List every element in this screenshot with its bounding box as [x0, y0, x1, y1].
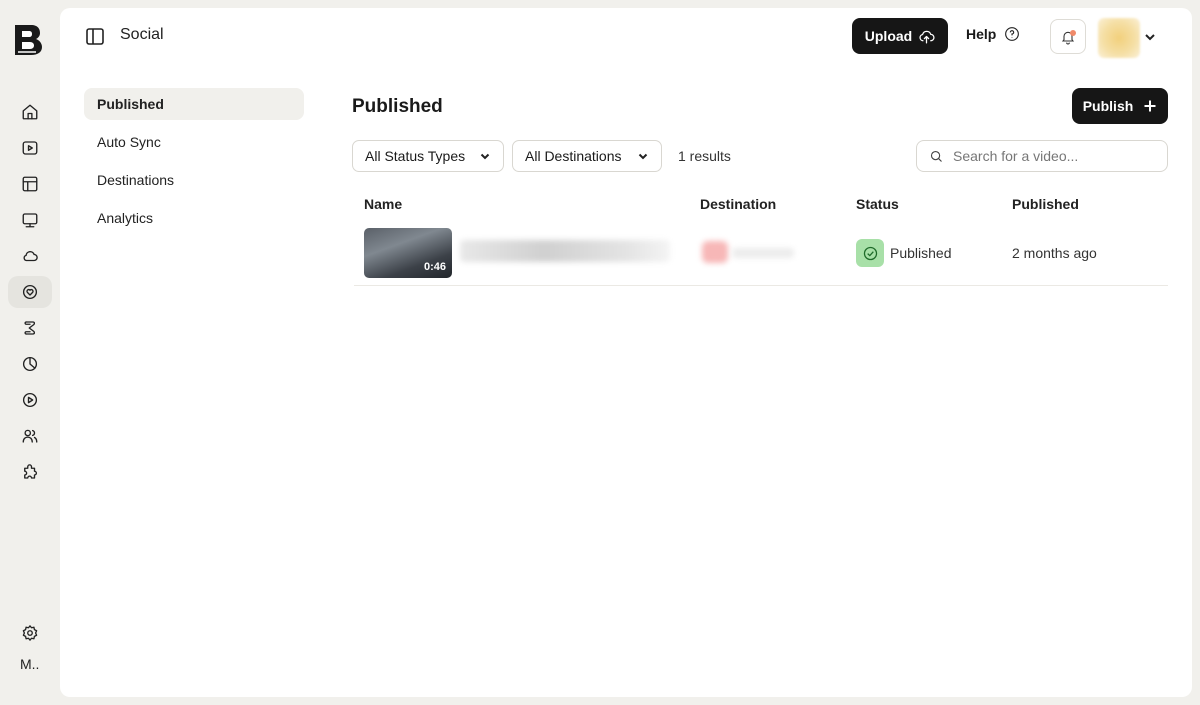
results-count: 1 results: [678, 148, 731, 164]
rail-item-player[interactable]: [8, 384, 52, 416]
destination-icon-redacted: [702, 241, 728, 263]
play-circle-icon: [22, 392, 38, 408]
destinations-filter-select[interactable]: All Destinations: [512, 140, 662, 172]
rail-item-script[interactable]: [8, 312, 52, 344]
subnav-item-destinations[interactable]: Destinations: [84, 164, 304, 196]
published-time: 2 months ago: [1012, 245, 1097, 261]
upload-button-label: Upload: [864, 28, 913, 44]
publish-button-label: Publish: [1082, 98, 1134, 114]
search-box[interactable]: [916, 140, 1168, 172]
status-filter-select[interactable]: All Status Types: [352, 140, 504, 172]
status-badge: [856, 239, 884, 267]
rail-item-home[interactable]: [8, 96, 52, 128]
video-thumbnail[interactable]: 0:46: [364, 228, 452, 278]
column-header-status[interactable]: Status: [856, 196, 899, 212]
rail-item-cloud[interactable]: [8, 240, 52, 272]
left-rail: M..: [0, 0, 60, 705]
chevron-down-icon: [480, 153, 490, 160]
upload-button[interactable]: Upload: [852, 18, 948, 54]
rail-item-layout[interactable]: [8, 168, 52, 200]
check-circle-icon: [863, 246, 877, 260]
notification-dot: [1070, 30, 1076, 36]
status-label: Published: [890, 245, 952, 261]
rail-item-integrations[interactable]: [8, 456, 52, 488]
row-divider: [354, 285, 1168, 286]
rail-item-social[interactable]: [8, 276, 52, 308]
subnav-item-auto-sync[interactable]: Auto Sync: [84, 126, 304, 158]
subnav-item-analytics[interactable]: Analytics: [84, 202, 304, 234]
analytics-pie-icon: [22, 356, 38, 372]
destinations-filter-value: All Destinations: [525, 148, 622, 164]
help-button-label: Help: [966, 26, 997, 42]
column-header-published[interactable]: Published: [1012, 196, 1079, 212]
cloud-icon: [23, 251, 38, 262]
rail-item-settings[interactable]: [8, 617, 52, 649]
plus-icon: [1144, 100, 1156, 112]
rail-item-monitor[interactable]: [8, 204, 52, 236]
monitor-icon: [22, 213, 38, 228]
chevron-down-icon: [1145, 34, 1155, 41]
main-panel: Social Upload Help Published Auto Sync D…: [60, 8, 1192, 697]
puzzle-icon: [24, 464, 38, 479]
publish-button[interactable]: Publish: [1072, 88, 1168, 124]
column-header-destination[interactable]: Destination: [700, 196, 776, 212]
subnav-item-published[interactable]: Published: [84, 88, 304, 120]
help-button[interactable]: Help: [966, 26, 1020, 42]
search-input[interactable]: [953, 148, 1153, 164]
account-menu-toggle[interactable]: [1143, 30, 1157, 44]
settings-icon: [22, 625, 38, 641]
rail-item-users[interactable]: [8, 420, 52, 452]
search-icon: [930, 150, 942, 162]
sidebar-toggle-icon[interactable]: [86, 28, 104, 45]
layout-icon: [22, 176, 38, 192]
help-circle-icon: [1005, 27, 1020, 41]
content-title: Published: [352, 96, 443, 117]
brand-b-logo[interactable]: [11, 22, 45, 56]
column-header-name[interactable]: Name: [364, 196, 402, 212]
video-name-redacted: [460, 240, 670, 262]
notifications-button[interactable]: [1050, 19, 1086, 54]
video-duration: 0:46: [423, 261, 446, 273]
users-icon: [22, 429, 38, 443]
social-icon: [22, 284, 38, 300]
video-play-icon: [22, 141, 38, 155]
avatar[interactable]: [1098, 18, 1140, 58]
status-filter-value: All Status Types: [365, 148, 466, 164]
page-section-title: Social: [120, 26, 164, 43]
home-icon: [22, 104, 38, 120]
user-initials[interactable]: M..: [20, 656, 39, 672]
rail-item-analytics[interactable]: [8, 348, 52, 380]
script-icon: [24, 321, 36, 335]
rail-item-videos[interactable]: [8, 132, 52, 164]
destination-name-redacted: [732, 248, 794, 258]
chevron-down-icon: [638, 153, 648, 160]
cloud-upload-icon: [919, 30, 935, 44]
